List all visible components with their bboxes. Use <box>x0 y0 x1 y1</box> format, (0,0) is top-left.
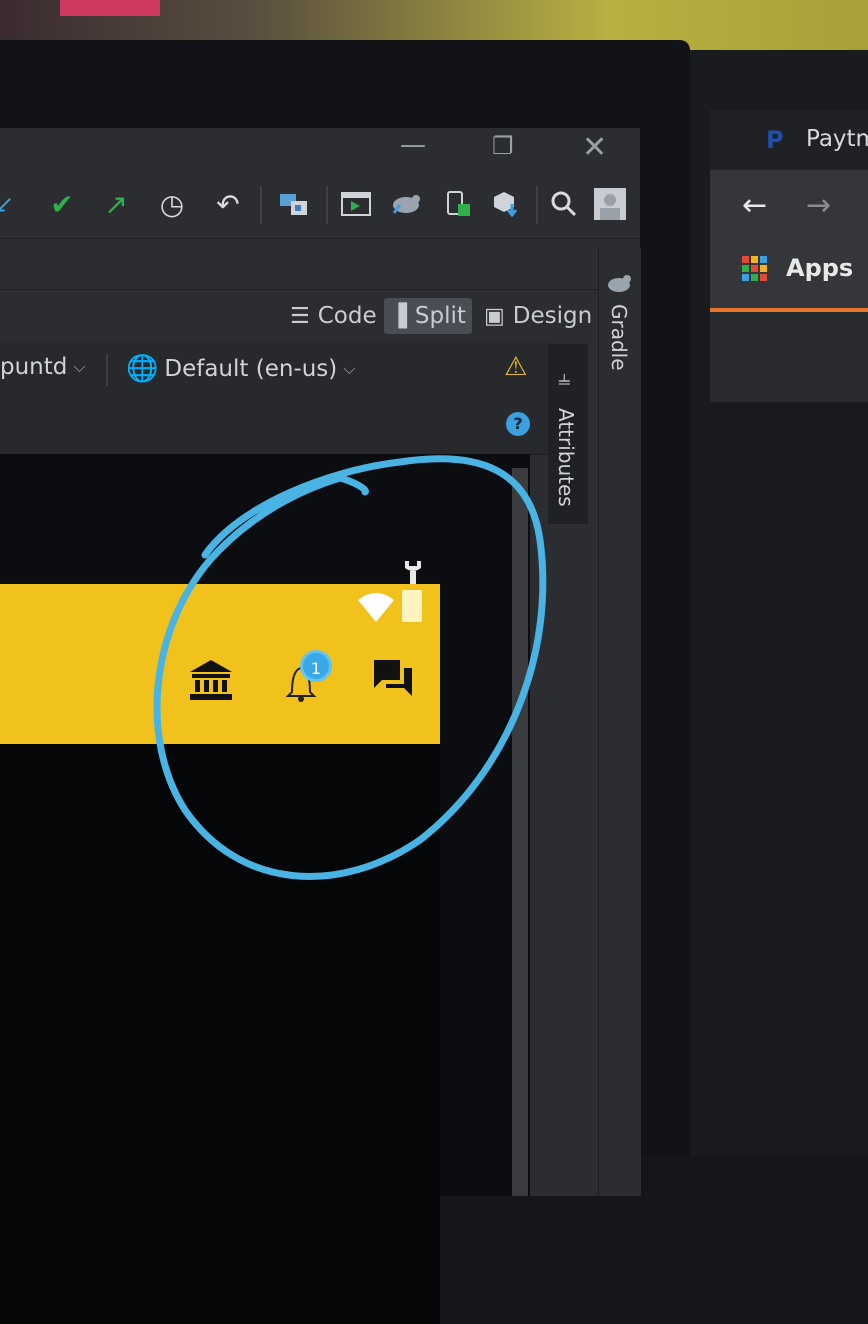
tab-split[interactable]: ▐ Split <box>384 298 472 334</box>
browser-page-header <box>710 312 868 402</box>
tab-code[interactable]: ☰ Code <box>290 298 377 334</box>
battery-icon <box>402 590 422 622</box>
avatar[interactable] <box>592 186 628 222</box>
bank-icon[interactable] <box>188 658 234 706</box>
vertical-scrollbar[interactable] <box>512 468 528 1196</box>
chevron-down-icon: ⌵ <box>343 359 356 378</box>
minimize-icon[interactable]: — <box>400 130 426 160</box>
main-toolbar: ↙ ✔ ↗ ◷ ↶ <box>0 176 640 239</box>
design-canvas: 1 <box>0 454 530 1324</box>
locale-dropdown[interactable]: 🌐 Default (en-us) ⌵ <box>126 354 355 384</box>
gradle-label: Gradle <box>607 304 631 371</box>
attributes-panel-tab[interactable]: ⫨ Attributes <box>548 344 588 524</box>
browser-toolbar: ← → Apps <box>710 170 868 310</box>
run-window-icon[interactable] <box>338 186 374 222</box>
toolbar-separator <box>260 186 262 224</box>
app-bar: 1 <box>0 584 440 744</box>
design-toolbar: puntd ⌵ 🌐 Default (en-us) ⌵ ⚠ <box>0 342 550 399</box>
device-dropdown[interactable]: puntd ⌵ <box>0 354 86 380</box>
android-studio-window: — ❐ ✕ ↙ ✔ ↗ ◷ ↶ ☰ Code ▐ Split ▣ Design … <box>0 128 641 1324</box>
split-view-icon: ▐ <box>390 303 407 329</box>
sticky-note <box>60 0 160 16</box>
notification-badge: 1 <box>300 650 332 682</box>
project-structure-icon[interactable] <box>276 186 312 222</box>
close-icon[interactable]: ✕ <box>582 130 607 165</box>
sync-gradle-icon[interactable] <box>388 186 424 222</box>
device-preview: 1 <box>0 584 440 1324</box>
rollback-icon[interactable]: ↶ <box>210 186 246 222</box>
chat-icon[interactable] <box>372 658 414 702</box>
left-monitor: — ❐ ✕ ↙ ✔ ↗ ◷ ↶ ☰ Code ▐ Split ▣ Design … <box>0 40 690 1324</box>
view-mode-tabs: ☰ Code ▐ Split ▣ Design <box>0 290 598 342</box>
editor-tab-strip <box>0 239 598 290</box>
toolbar-separator <box>536 186 538 224</box>
back-arrow-icon[interactable]: ← <box>742 188 767 223</box>
apps-grid-icon[interactable] <box>742 256 768 286</box>
browser-tab[interactable]: P Paytm <box>710 110 868 170</box>
restore-icon[interactable]: ❐ <box>492 132 514 160</box>
toolbar-separator <box>326 186 328 224</box>
forward-arrow-icon[interactable]: → <box>806 188 831 223</box>
search-icon[interactable] <box>546 186 582 222</box>
tab-design[interactable]: ▣ Design <box>484 298 592 334</box>
gradle-panel-tab[interactable]: Gradle <box>598 248 641 1196</box>
apps-bookmark[interactable]: Apps <box>786 254 853 282</box>
design-subtoolbar: ? <box>0 398 550 455</box>
image-icon: ▣ <box>484 303 505 329</box>
history-clock-icon[interactable]: ◷ <box>154 186 190 222</box>
sdk-manager-icon[interactable] <box>488 186 524 222</box>
right-monitor: P Paytm ← → Apps <box>690 50 868 1156</box>
warning-icon[interactable]: ⚠ <box>504 352 527 382</box>
wifi-icon <box>358 592 394 626</box>
push-arrow-icon[interactable]: ↗ <box>98 186 134 222</box>
divider <box>106 354 108 386</box>
tab-title: Paytm <box>806 126 868 152</box>
paytm-favicon-icon: P <box>766 126 784 154</box>
globe-icon: 🌐 <box>126 354 159 384</box>
help-icon[interactable]: ? <box>506 412 530 436</box>
chevron-down-icon: ⌵ <box>73 357 86 376</box>
update-project-icon[interactable]: ↙ <box>0 186 22 222</box>
commit-check-icon[interactable]: ✔ <box>44 186 80 222</box>
sliders-icon: ⫨ <box>558 366 571 391</box>
attributes-label: Attributes <box>554 408 578 507</box>
avd-manager-icon[interactable] <box>440 186 476 222</box>
title-bar: — ❐ ✕ <box>0 128 640 176</box>
code-lines-icon: ☰ <box>290 303 310 329</box>
elephant-icon <box>605 272 633 298</box>
